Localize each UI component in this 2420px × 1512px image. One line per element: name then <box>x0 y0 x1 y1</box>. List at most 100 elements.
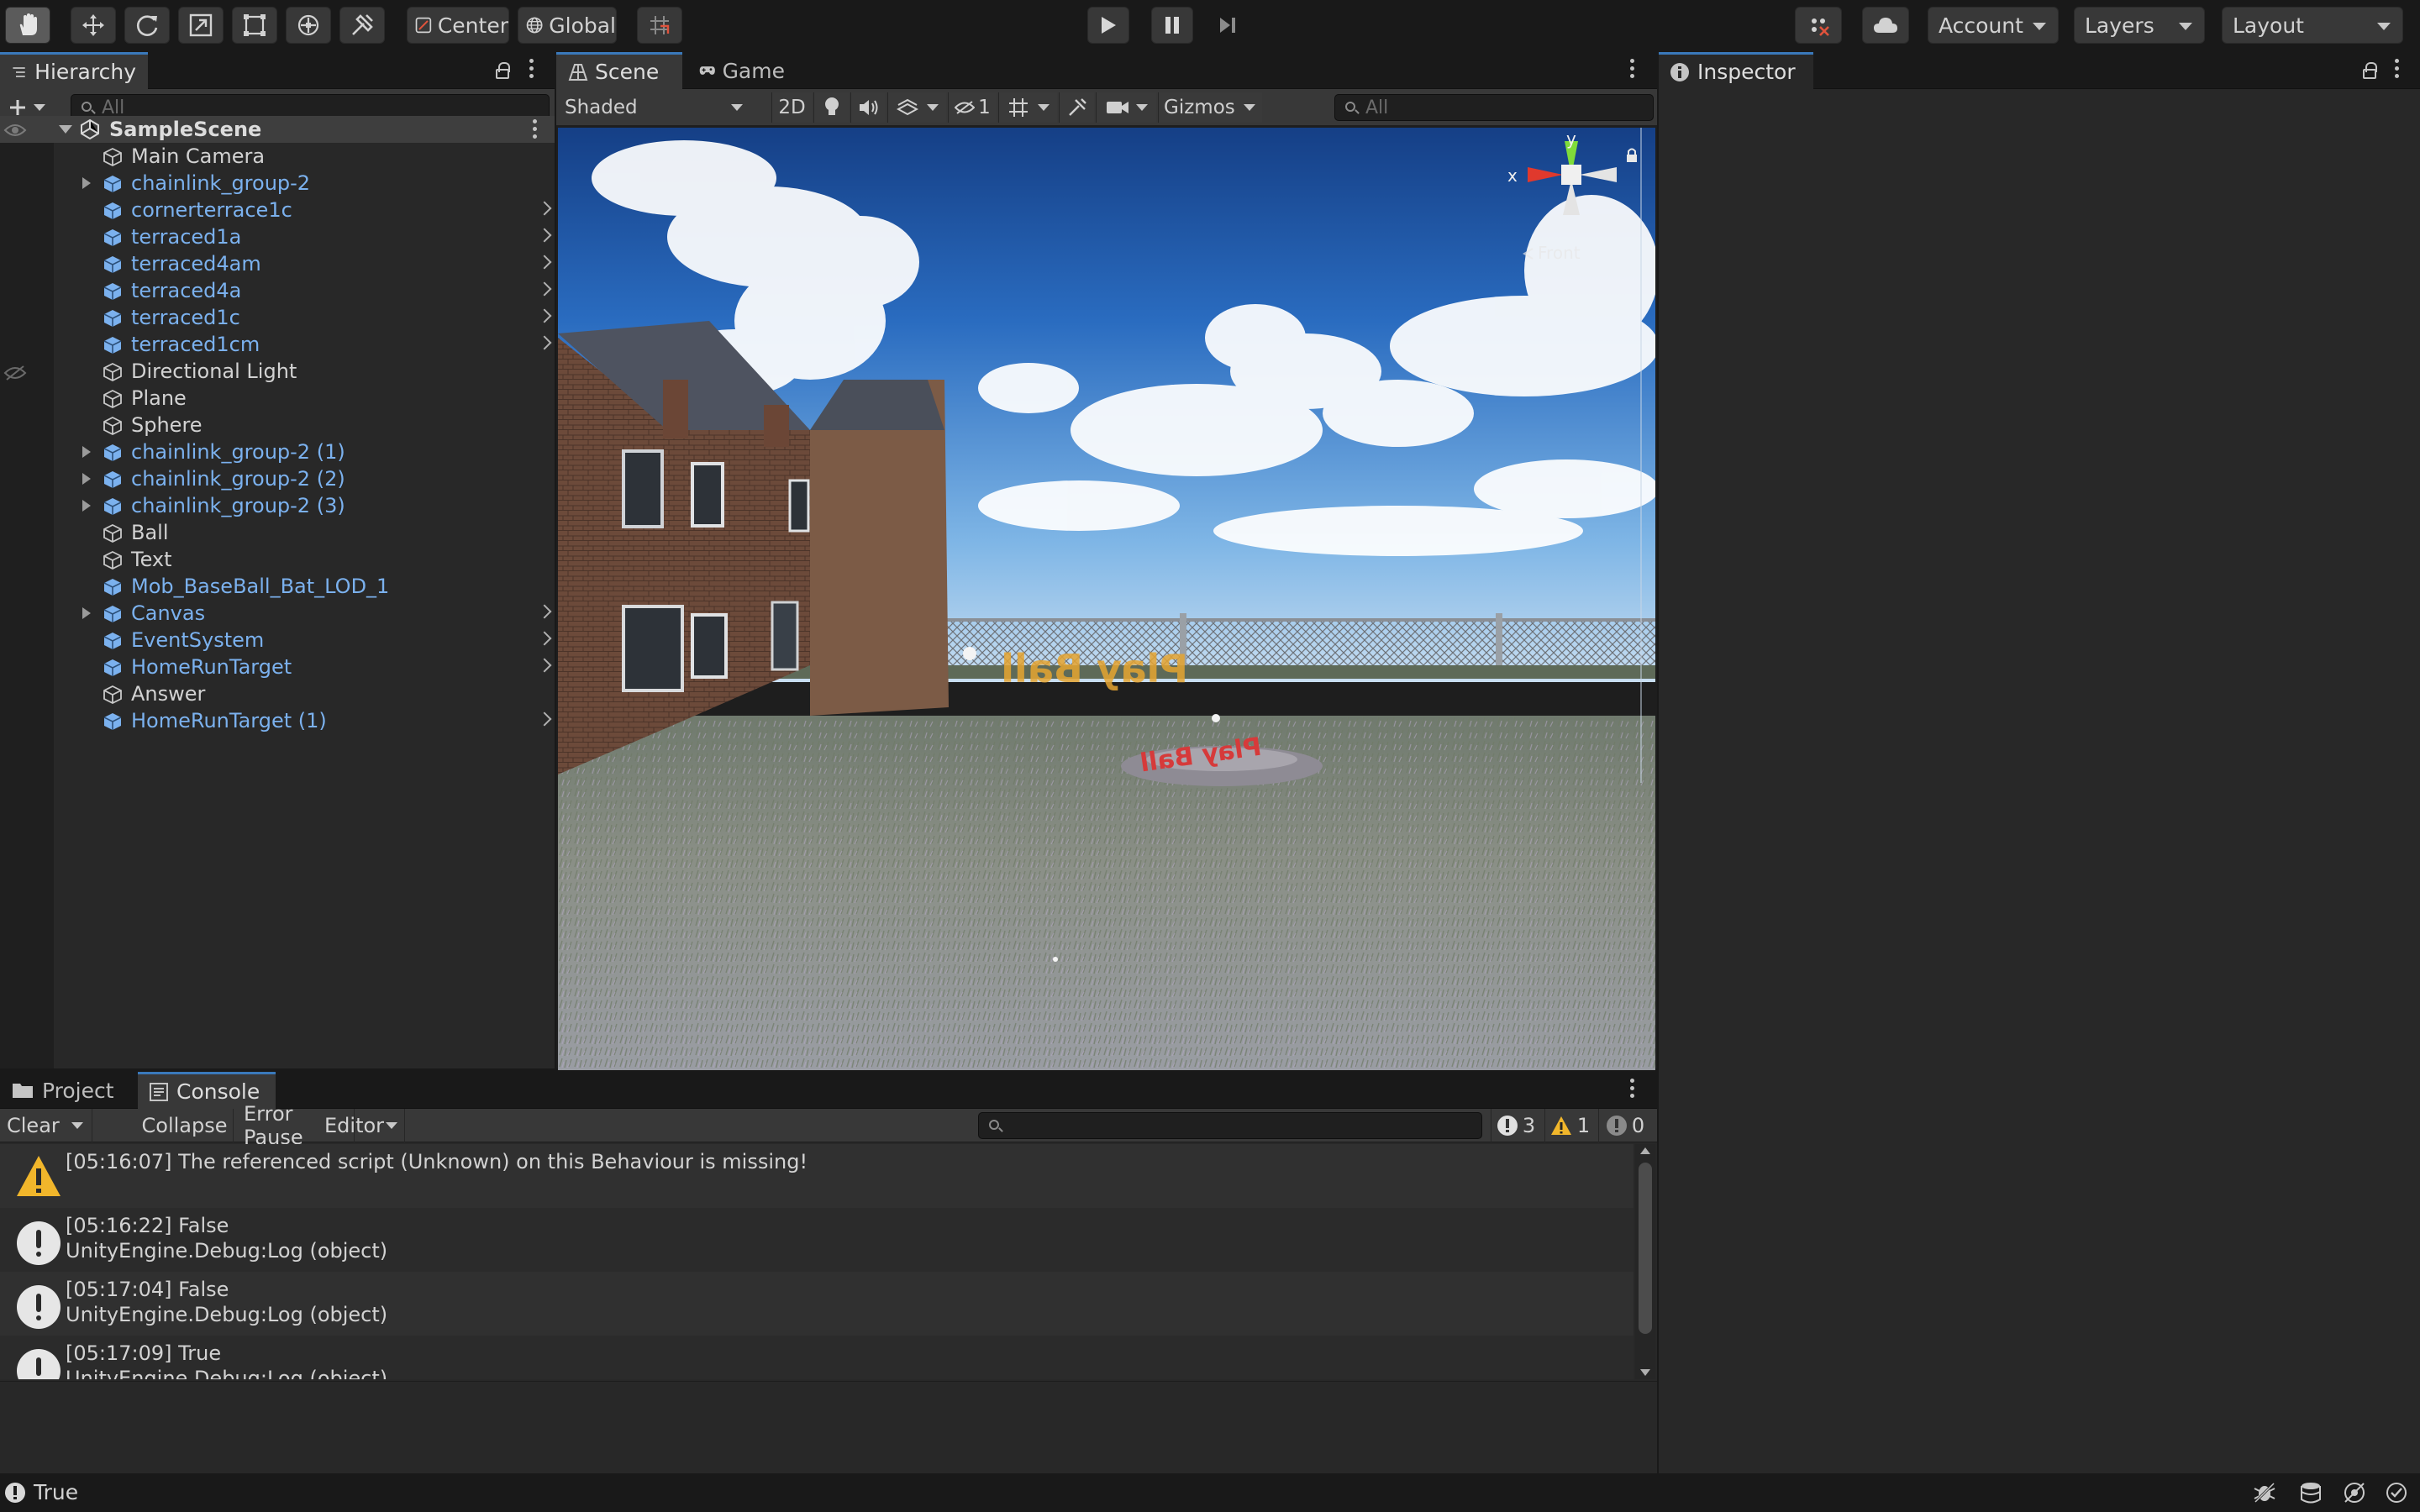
fold-closed-icon[interactable] <box>82 500 91 512</box>
fold-closed-icon[interactable] <box>82 446 91 458</box>
open-prefab-arrow-icon[interactable] <box>537 658 552 673</box>
hierarchy-item[interactable]: Directional Light <box>54 358 555 385</box>
hierarchy-item[interactable]: Text <box>54 546 555 573</box>
scene-root-row[interactable]: SampleScene <box>0 116 555 143</box>
hierarchy-item[interactable]: Ball <box>54 519 555 546</box>
2d-toggle[interactable]: 2D <box>771 92 812 123</box>
fold-open-icon[interactable] <box>59 125 72 134</box>
fold-closed-icon[interactable] <box>82 177 91 189</box>
camera-dropdown[interactable] <box>1096 92 1156 123</box>
pause-button[interactable] <box>1151 7 1193 44</box>
transform-tool-button[interactable] <box>286 7 331 44</box>
hierarchy-item[interactable]: Canvas <box>54 600 555 627</box>
warning-filter-toggle[interactable]: 1 <box>1544 1109 1595 1142</box>
visibility-gutter[interactable] <box>0 116 54 1068</box>
lock-icon[interactable] <box>2363 62 2377 79</box>
cloud-button[interactable] <box>1862 7 1909 44</box>
console-log-entry[interactable]: [05:16:22] False UnityEngine.Debug:Log (o… <box>0 1208 1634 1272</box>
hierarchy-item[interactable]: terraced1a <box>54 223 555 250</box>
play-button[interactable] <box>1087 7 1129 44</box>
tab-hierarchy[interactable]: Hierarchy <box>0 52 148 89</box>
hierarchy-item[interactable]: terraced1c <box>54 304 555 331</box>
hierarchy-item[interactable]: terraced4a <box>54 277 555 304</box>
space-global-toggle[interactable]: Global <box>518 7 617 44</box>
grid-dropdown[interactable] <box>998 92 1057 123</box>
check-circle-icon[interactable] <box>2385 1481 2408 1504</box>
hierarchy-item[interactable]: HomeRunTarget <box>54 654 555 680</box>
visibility-eye-icon[interactable] <box>3 122 27 139</box>
tab-scene[interactable]: Scene <box>556 52 682 89</box>
collab-button[interactable] <box>1795 7 1842 44</box>
hierarchy-item[interactable]: chainlink_group-2 <box>54 170 555 197</box>
console-menu-icon[interactable] <box>1628 1079 1635 1100</box>
hierarchy-item[interactable]: Mob_BaseBall_Bat_LOD_1 <box>54 573 555 600</box>
hierarchy-item[interactable]: terraced1cm <box>54 331 555 358</box>
console-log-entry[interactable]: [05:17:04] False UnityEngine.Debug:Log (o… <box>0 1272 1634 1336</box>
scene-menu-icon[interactable] <box>1628 59 1635 81</box>
open-prefab-arrow-icon[interactable] <box>537 255 552 270</box>
error-filter-toggle[interactable]: 0 <box>1598 1109 1652 1142</box>
info-filter-toggle[interactable]: 3 <box>1491 1109 1541 1142</box>
network-off-icon[interactable] <box>2343 1481 2366 1504</box>
scene-viewport[interactable]: Play Ball Play Ball y x Front <box>558 128 1655 1078</box>
open-prefab-arrow-icon[interactable] <box>537 711 552 727</box>
open-prefab-arrow-icon[interactable] <box>537 631 552 646</box>
console-log-entry[interactable]: [05:17:09] True UnityEngine.Debug:Log (ob… <box>0 1336 1634 1379</box>
grid-snap-button[interactable] <box>637 7 682 44</box>
tab-inspector[interactable]: Inspector <box>1659 52 1813 89</box>
lighting-toggle[interactable] <box>813 92 849 123</box>
scene-search-input[interactable]: All <box>1334 94 1654 121</box>
open-prefab-arrow-icon[interactable] <box>537 201 552 216</box>
hierarchy-item[interactable]: Answer <box>54 680 555 707</box>
pivot-center-toggle[interactable]: Center <box>407 7 509 44</box>
rect-tool-button[interactable] <box>232 7 277 44</box>
scroll-up-icon[interactable] <box>1640 1147 1650 1154</box>
hierarchy-item[interactable]: terraced4am <box>54 250 555 277</box>
hierarchy-item[interactable]: Plane <box>54 385 555 412</box>
scale-tool-button[interactable] <box>178 7 224 44</box>
tab-game[interactable]: Game <box>687 52 797 89</box>
status-message[interactable]: True <box>34 1480 78 1504</box>
hand-tool-button[interactable] <box>5 7 50 44</box>
open-prefab-arrow-icon[interactable] <box>537 604 552 619</box>
hierarchy-item[interactable]: chainlink_group-2 (1) <box>54 438 555 465</box>
hierarchy-item[interactable]: cornerterrace1c <box>54 197 555 223</box>
gizmos-dropdown[interactable]: Gizmos <box>1158 92 1262 123</box>
hierarchy-item[interactable]: HomeRunTarget (1) <box>54 707 555 734</box>
move-tool-button[interactable] <box>71 7 116 44</box>
hierarchy-item[interactable]: chainlink_group-2 (3) <box>54 492 555 519</box>
hidden-eye-icon[interactable] <box>3 365 27 381</box>
hierarchy-item[interactable]: Main Camera <box>54 143 555 170</box>
clear-button[interactable]: Clear <box>0 1109 92 1142</box>
fold-closed-icon[interactable] <box>82 607 91 619</box>
bug-icon[interactable] <box>2252 1482 2277 1504</box>
editor-dropdown[interactable]: Editor <box>321 1109 405 1142</box>
tab-project[interactable]: Project <box>0 1072 133 1109</box>
hierarchy-menu-icon[interactable] <box>528 59 534 81</box>
hidden-objects-toggle[interactable]: 1 <box>948 92 997 123</box>
step-button[interactable] <box>1207 7 1249 44</box>
custom-tool-button[interactable] <box>339 7 385 44</box>
hierarchy-item[interactable]: EventSystem <box>54 627 555 654</box>
console-scrollbar[interactable] <box>1635 1144 1655 1379</box>
audio-toggle[interactable] <box>850 92 886 123</box>
open-prefab-arrow-icon[interactable] <box>537 228 552 243</box>
rotate-tool-button[interactable] <box>124 7 170 44</box>
account-dropdown[interactable]: Account <box>1928 7 2059 44</box>
tools-toggle[interactable] <box>1059 92 1094 123</box>
layers-dropdown[interactable]: Layers <box>2074 7 2205 44</box>
console-search-input[interactable] <box>978 1112 1482 1139</box>
hierarchy-item[interactable]: Sphere <box>54 412 555 438</box>
open-prefab-arrow-icon[interactable] <box>537 308 552 323</box>
scroll-down-icon[interactable] <box>1640 1369 1650 1376</box>
open-prefab-arrow-icon[interactable] <box>537 335 552 350</box>
console-log-entry[interactable]: [05:16:07] The referenced script (Unknow… <box>0 1144 1634 1208</box>
scrollbar-thumb[interactable] <box>1639 1163 1652 1334</box>
fold-closed-icon[interactable] <box>82 473 91 485</box>
open-prefab-arrow-icon[interactable] <box>537 281 552 297</box>
effects-dropdown[interactable] <box>887 92 946 123</box>
lock-icon[interactable] <box>496 62 510 79</box>
draw-mode-dropdown[interactable]: Shaded <box>560 92 753 123</box>
database-icon[interactable] <box>2299 1482 2323 1504</box>
inspector-menu-icon[interactable] <box>2393 59 2400 81</box>
